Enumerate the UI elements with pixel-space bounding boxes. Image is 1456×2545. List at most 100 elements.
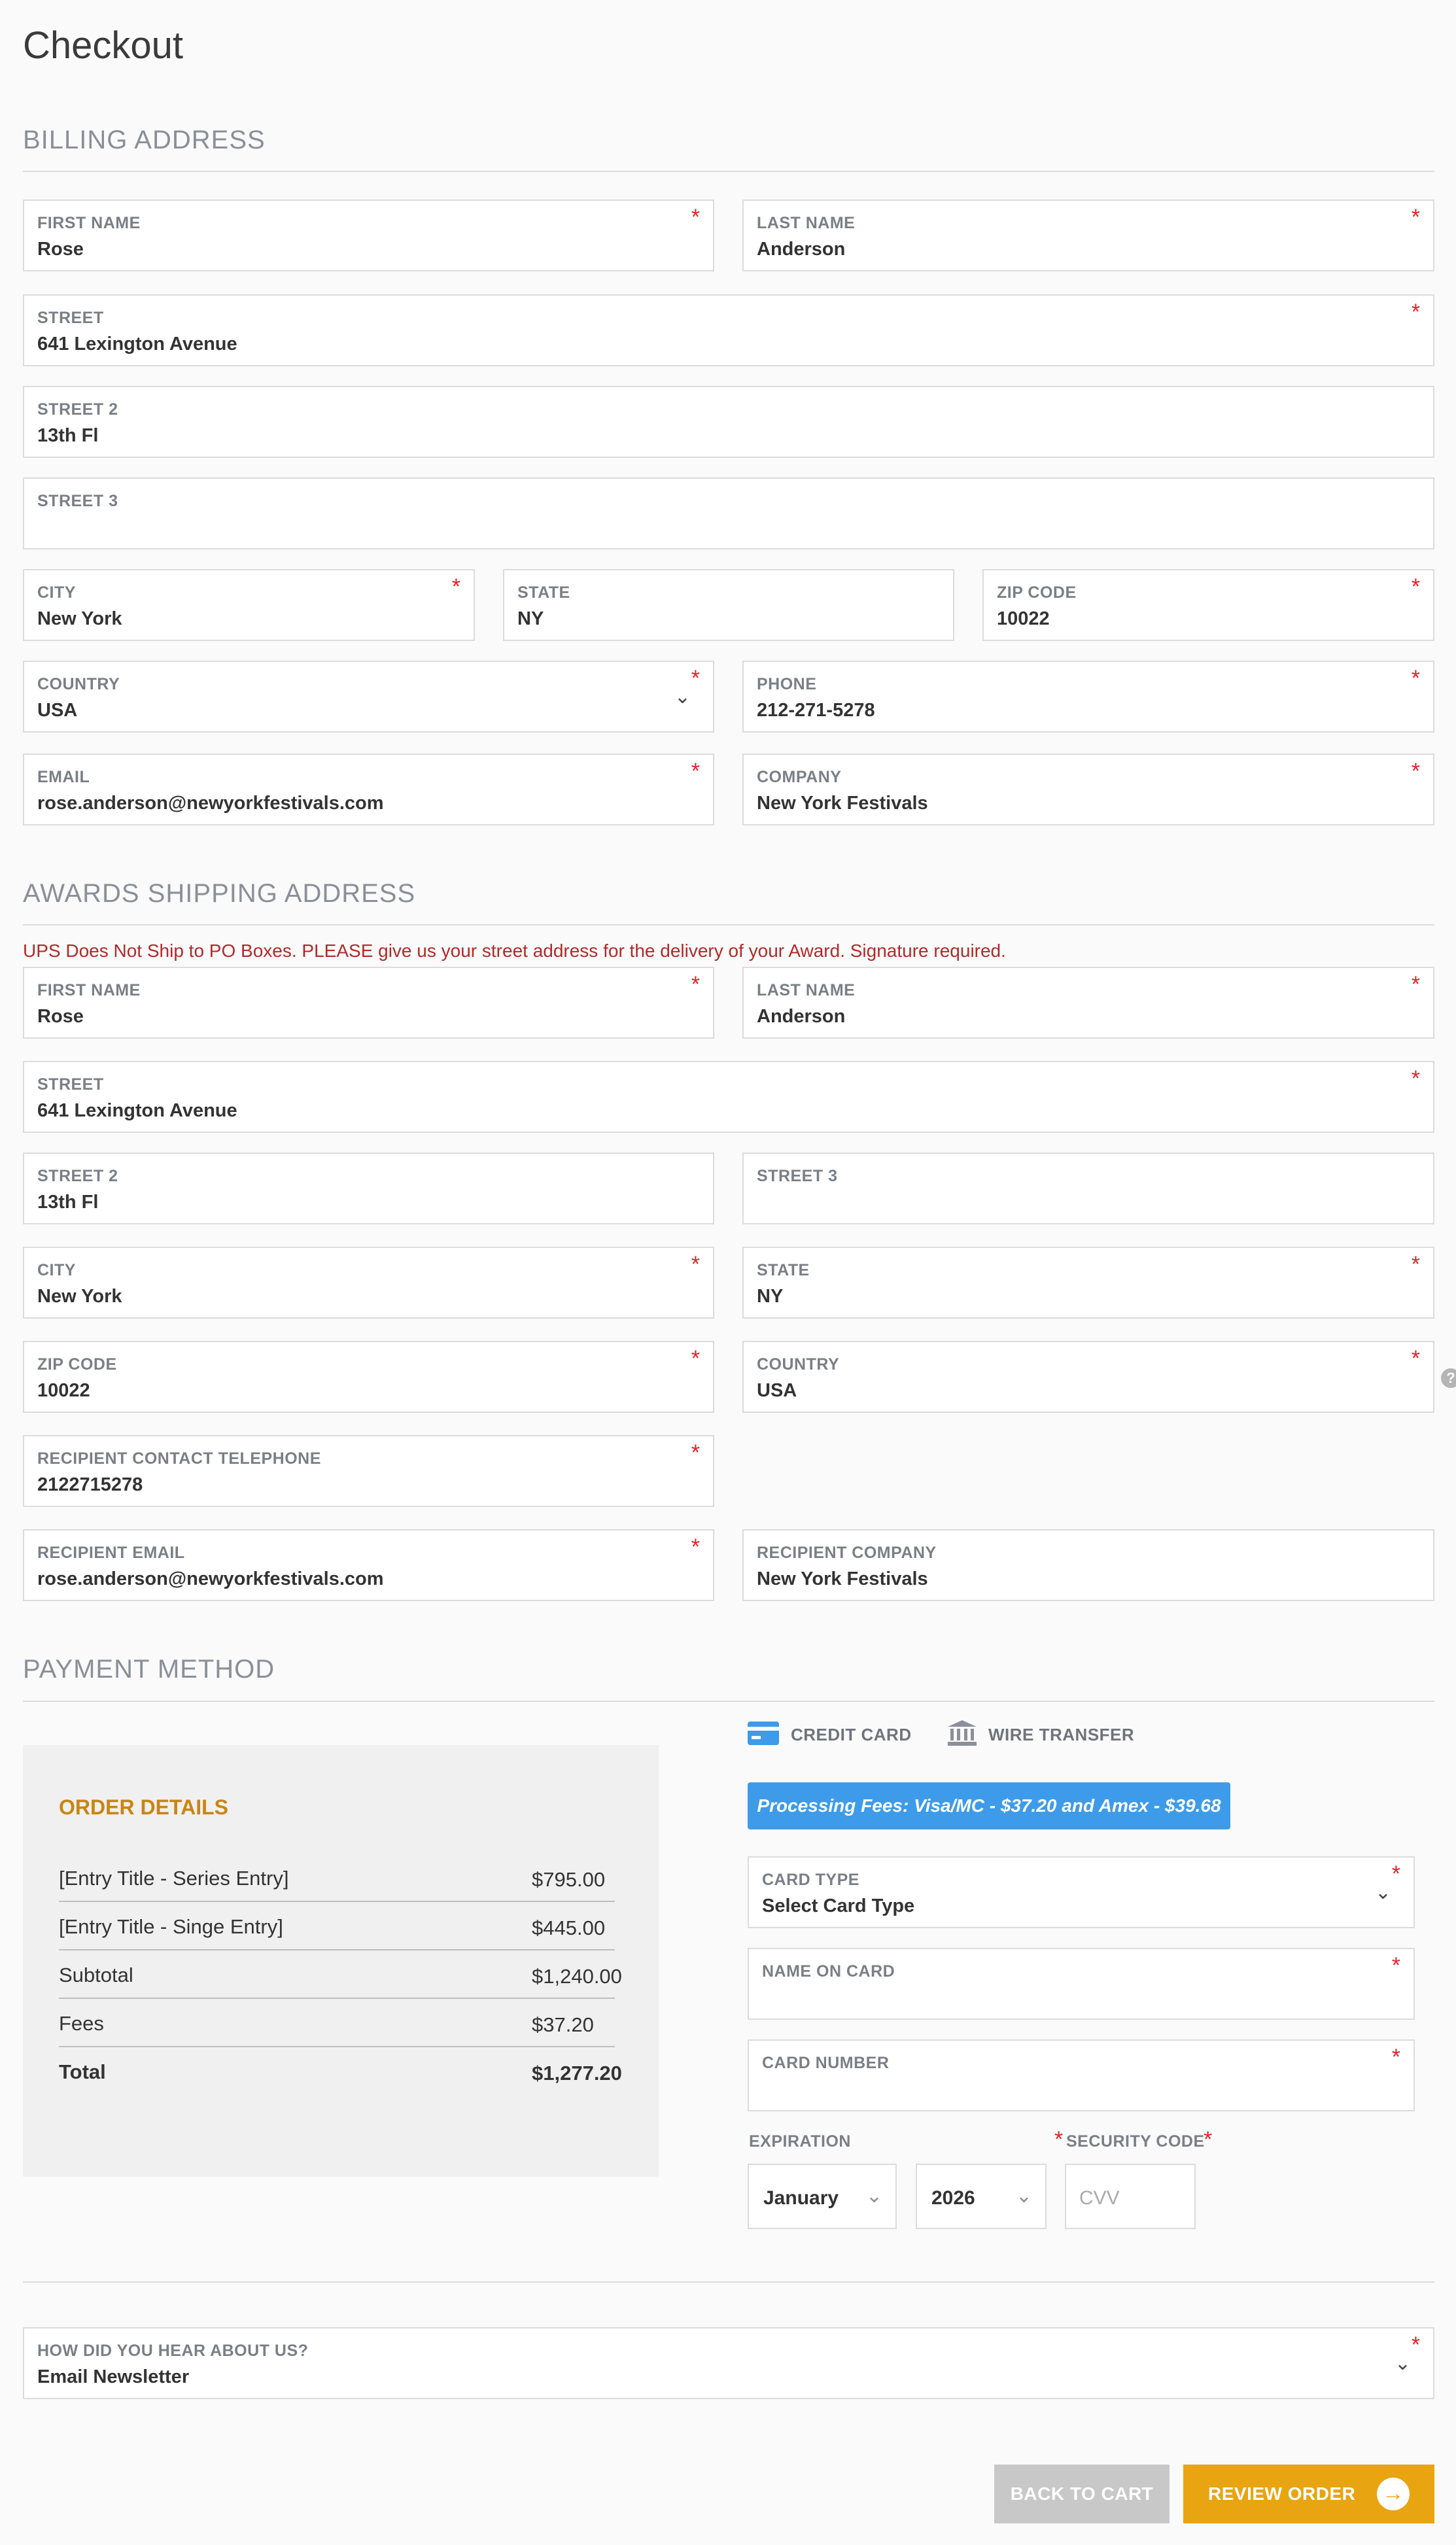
- required-asterisk: *: [1391, 1953, 1400, 1978]
- billing-city-field[interactable]: CITY New York *: [23, 569, 475, 641]
- field-label: CARD NUMBER: [762, 2054, 890, 2072]
- recipient-company-field[interactable]: RECIPIENT COMPANY New York Festivals: [742, 1529, 1434, 1601]
- billing-company-field[interactable]: COMPANY New York Festivals *: [742, 753, 1434, 825]
- shipping-state-field[interactable]: STATE NY *: [742, 1247, 1434, 1319]
- order-total-label: Total: [59, 2060, 106, 2083]
- required-asterisk: *: [1204, 2127, 1213, 2152]
- required-asterisk: *: [1411, 972, 1420, 997]
- field-value: 13th Fl: [37, 425, 99, 446]
- field-label: LAST NAME: [757, 981, 856, 999]
- required-asterisk: *: [691, 205, 700, 230]
- shipping-city-field[interactable]: CITY New York *: [23, 1247, 714, 1319]
- billing-country-select[interactable]: COUNTRY USA * ⌄: [23, 661, 714, 733]
- name-on-card-field[interactable]: NAME ON CARD *: [748, 1948, 1415, 2020]
- help-icon[interactable]: ?: [1441, 1368, 1456, 1388]
- field-label: RECIPIENT CONTACT TELEPHONE: [37, 1449, 321, 1468]
- field-label: FIRST NAME: [37, 214, 141, 232]
- order-row-amount: $37.20: [532, 2013, 594, 2036]
- billing-street3-field[interactable]: STREET 3: [23, 477, 1434, 549]
- card-number-field[interactable]: CARD NUMBER *: [748, 2039, 1415, 2111]
- field-label: STATE: [517, 583, 570, 602]
- tab-credit-card[interactable]: CREDIT CARD: [748, 1721, 912, 1748]
- billing-first-name-field[interactable]: FIRST NAME Rose *: [23, 199, 714, 271]
- billing-zip-field[interactable]: ZIP CODE 10022 *: [982, 569, 1434, 641]
- chevron-down-icon: ⌄: [865, 2185, 882, 2207]
- shipping-section-title: AWARDS SHIPPING ADDRESS: [23, 879, 416, 908]
- field-value: 13th Fl: [37, 1192, 99, 1213]
- field-label: STREET: [37, 309, 104, 327]
- field-value: 641 Lexington Avenue: [37, 334, 237, 355]
- field-label: RECIPIENT COMPANY: [757, 1544, 937, 1562]
- order-row-amount: $795.00: [532, 1868, 606, 1891]
- billing-divider: [23, 171, 1434, 172]
- billing-phone-field[interactable]: PHONE 212-271-5278 *: [742, 661, 1434, 733]
- shipping-street3-field[interactable]: STREET 3: [742, 1152, 1434, 1224]
- shipping-street-field[interactable]: STREET 641 Lexington Avenue *: [23, 1061, 1434, 1133]
- order-row-name: [Entry Title - Singe Entry]: [59, 1915, 283, 1938]
- required-asterisk: *: [691, 759, 700, 784]
- back-to-cart-button[interactable]: BACK TO CART: [994, 2465, 1170, 2523]
- review-order-button[interactable]: REVIEW ORDER →: [1183, 2465, 1434, 2523]
- required-asterisk: *: [1391, 2045, 1400, 2069]
- bank-icon: [948, 1720, 977, 1750]
- shipping-last-name-field[interactable]: LAST NAME Anderson *: [742, 967, 1434, 1039]
- select-value: 2026: [931, 2187, 975, 2209]
- expiration-month-select[interactable]: January ⌄: [748, 2164, 897, 2229]
- field-value: New York: [37, 1286, 122, 1307]
- field-value: Rose: [37, 1006, 84, 1027]
- field-label: STREET 2: [37, 1167, 118, 1185]
- shipping-divider: [23, 924, 1434, 926]
- field-label: RECIPIENT EMAIL: [37, 1544, 185, 1562]
- shipping-street2-field[interactable]: STREET 2 13th Fl: [23, 1152, 714, 1224]
- required-asterisk: *: [1411, 205, 1420, 230]
- required-asterisk: *: [691, 1252, 700, 1277]
- field-value: New York Festivals: [757, 793, 928, 814]
- processing-fee-banner: Processing Fees: Visa/MC - $37.20 and Am…: [748, 1782, 1230, 1829]
- shipping-zip-field[interactable]: ZIP CODE 10022 *: [23, 1341, 714, 1413]
- recipient-phone-field[interactable]: RECIPIENT CONTACT TELEPHONE 2122715278 *: [23, 1435, 714, 1507]
- billing-section-title: BILLING ADDRESS: [23, 126, 266, 154]
- field-label: COUNTRY: [757, 1355, 840, 1374]
- chevron-down-icon: ⌄: [1394, 2353, 1411, 2374]
- field-value: NY: [757, 1286, 784, 1307]
- field-label: STATE: [757, 1261, 810, 1279]
- billing-street-field[interactable]: STREET 641 Lexington Avenue *: [23, 294, 1434, 366]
- field-label: CARD TYPE: [762, 1871, 859, 1889]
- billing-street2-field[interactable]: STREET 2 13th Fl: [23, 386, 1434, 458]
- order-row-name: [Entry Title - Series Entry]: [59, 1867, 289, 1890]
- field-label: CITY: [37, 583, 76, 602]
- expiration-year-select[interactable]: 2026 ⌄: [916, 2164, 1047, 2229]
- order-row: [Entry Title - Series Entry] $795.00: [59, 1854, 615, 1902]
- field-label: STREET 3: [37, 492, 118, 510]
- required-asterisk: *: [1411, 2332, 1420, 2357]
- order-row: Fees $37.20: [59, 1999, 615, 2047]
- field-value: 641 Lexington Avenue: [37, 1100, 237, 1121]
- tab-wire-transfer[interactable]: WIRE TRANSFER: [948, 1720, 1134, 1750]
- required-asterisk: *: [1411, 574, 1420, 599]
- billing-last-name-field[interactable]: LAST NAME Anderson *: [742, 199, 1434, 271]
- required-asterisk: *: [691, 1534, 700, 1559]
- field-label: EMAIL: [37, 768, 90, 786]
- field-value: USA: [757, 1380, 797, 1401]
- required-asterisk: *: [691, 1346, 700, 1371]
- card-type-select[interactable]: CARD TYPE Select Card Type * ⌄: [748, 1856, 1415, 1928]
- field-value: rose.anderson@newyorkfestivals.com: [37, 793, 384, 814]
- order-row-name: Fees: [59, 2012, 104, 2035]
- recipient-email-field[interactable]: RECIPIENT EMAIL rose.anderson@newyorkfes…: [23, 1529, 714, 1601]
- field-value: rose.anderson@newyorkfestivals.com: [37, 1568, 384, 1589]
- field-label: STREET 3: [757, 1167, 838, 1185]
- cvv-input[interactable]: CVV: [1065, 2164, 1196, 2229]
- billing-state-field[interactable]: STATE NY: [503, 569, 954, 641]
- referral-divider: [23, 2281, 1434, 2283]
- security-code-label: SECURITY CODE: [1066, 2132, 1205, 2151]
- shipping-country-field[interactable]: COUNTRY USA *: [742, 1341, 1434, 1413]
- referral-select[interactable]: HOW DID YOU HEAR ABOUT US? Email Newslet…: [23, 2327, 1434, 2399]
- order-details-title: ORDER DETAILS: [59, 1795, 228, 1819]
- required-asterisk: *: [1411, 1066, 1420, 1091]
- required-asterisk: *: [451, 574, 460, 599]
- shipping-first-name-field[interactable]: FIRST NAME Rose *: [23, 967, 714, 1039]
- chevron-down-icon: ⌄: [1015, 2185, 1032, 2207]
- field-value: New York Festivals: [757, 1568, 928, 1589]
- billing-email-field[interactable]: EMAIL rose.anderson@newyorkfestivals.com…: [23, 753, 714, 825]
- required-asterisk: *: [1411, 1252, 1420, 1277]
